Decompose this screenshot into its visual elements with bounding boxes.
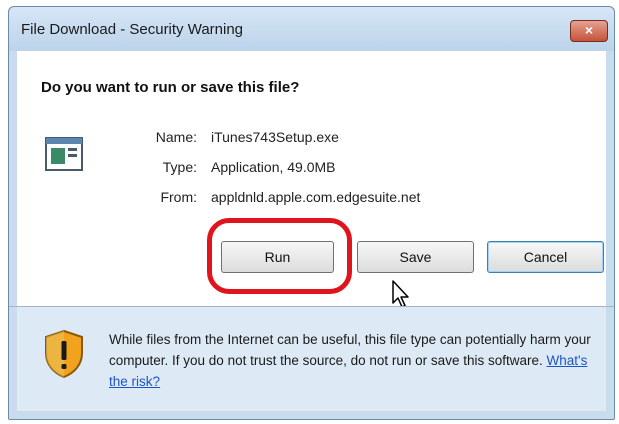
cancel-button[interactable]: Cancel [487, 241, 604, 273]
from-label: From: [160, 189, 197, 205]
security-warning-text: While files from the Internet can be use… [109, 329, 609, 392]
dialog-main-panel: Do you want to run or save this file? Na… [17, 51, 606, 308]
title-bar[interactable]: File Download - Security Warning × [9, 7, 614, 51]
close-button[interactable]: × [570, 20, 608, 42]
window-title: File Download - Security Warning [21, 21, 244, 38]
warning-message: While files from the Internet can be use… [109, 332, 591, 368]
save-button[interactable]: Save [357, 241, 474, 273]
file-source-value: appldnld.apple.com.edgesuite.net [211, 189, 421, 205]
file-name-value: iTunes743Setup.exe [211, 129, 339, 145]
security-warning-footer: While files from the Internet can be use… [17, 307, 606, 411]
application-icon [45, 137, 83, 171]
red-highlight-circle [207, 218, 352, 294]
dialog-question: Do you want to run or save this file? [41, 79, 300, 96]
shield-warning-icon [45, 329, 83, 379]
type-label: Type: [162, 159, 197, 175]
file-type-value: Application, 49.0MB [211, 159, 336, 175]
mouse-cursor-icon [392, 280, 409, 308]
download-dialog-window: File Download - Security Warning × Do yo… [8, 6, 615, 420]
name-label: Name: [155, 129, 197, 145]
